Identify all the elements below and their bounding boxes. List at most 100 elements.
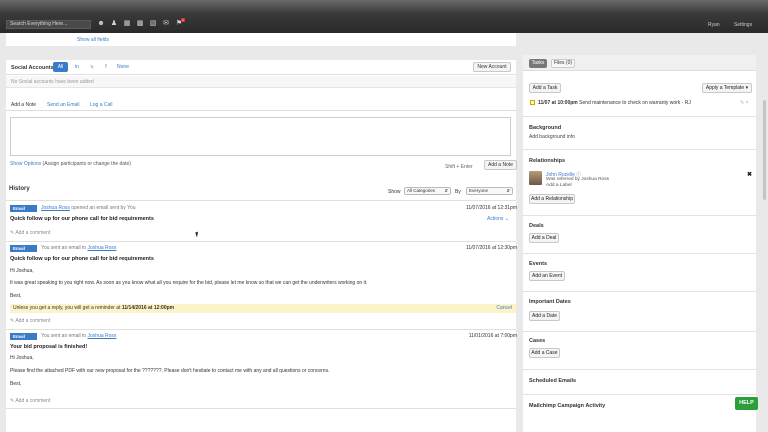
- reminder-banner: Unless you get a reply, you will get a r…: [10, 304, 516, 313]
- add-event-button[interactable]: Add an Event: [529, 271, 565, 281]
- add-label-link[interactable]: Add a Label: [546, 183, 572, 188]
- history-entry-meta: You sent an email to Joshua Ross: [41, 333, 116, 339]
- tab-files[interactable]: Files (0): [551, 59, 575, 68]
- contact-link[interactable]: Joshua Ross: [88, 245, 117, 251]
- category-select[interactable]: All Categories ⇵: [404, 187, 451, 195]
- actions-label: Actions: [487, 216, 504, 222]
- social-tab-all[interactable]: All: [53, 62, 68, 72]
- social-tab-linkedin[interactable]: in: [72, 62, 82, 72]
- show-options-link[interactable]: Show Options: [10, 161, 41, 167]
- cases-section: Cases Add a Case: [523, 331, 756, 368]
- social-accounts-title: Social Accounts: [11, 65, 54, 71]
- help-button[interactable]: HELP: [735, 397, 758, 410]
- tab-send-email[interactable]: Send an Email: [47, 102, 80, 108]
- email-subject[interactable]: Quick follow up for our phone call for b…: [10, 216, 154, 222]
- note-tabs: Add a Note Send an Email Log a Call: [6, 99, 516, 111]
- top-bar: Search Everything Here... ☻ ♟ ▦ ▩ ▧ ✉ ⚑ 1…: [0, 0, 768, 33]
- contact-link[interactable]: Joshua Ross: [88, 333, 117, 339]
- history-entry-meta: Joshua Ross opened an email sent by You: [41, 205, 136, 211]
- tab-tasks[interactable]: Tasks: [529, 59, 547, 68]
- comment-icon[interactable]: ✎: [740, 100, 744, 106]
- select-caret-icon: ⇵: [444, 188, 448, 193]
- mail-icon[interactable]: ✉: [161, 20, 171, 28]
- deals-section: Deals Add a Deal: [523, 215, 756, 252]
- history-entry-meta: You sent an email to Joshua Ross: [41, 245, 116, 251]
- divider: [6, 241, 516, 242]
- add-note-button[interactable]: Add a Note: [484, 160, 517, 170]
- events-title: Events: [529, 261, 548, 267]
- history-date: 11/07/2016 at 12:31pm: [465, 205, 517, 211]
- social-tab-twitter[interactable]: 𝕩: [87, 62, 97, 72]
- add-deal-button[interactable]: Add a Deal: [529, 233, 559, 243]
- settings-link[interactable]: Settings: [734, 22, 752, 28]
- history-action-text: You sent an email to: [41, 245, 88, 251]
- scrollbar[interactable]: [763, 100, 766, 200]
- reminder-text: Unless you get a reply, you will get a r…: [13, 305, 122, 311]
- add-relationship-button[interactable]: Add a Relationship: [529, 194, 575, 204]
- tab-add-note[interactable]: Add a Note: [11, 102, 36, 108]
- add-comment-label: Add a comment: [15, 398, 51, 404]
- reminder-date: 11/14/2016 at 12:00pm: [121, 305, 175, 311]
- email-signoff: Best,: [10, 293, 22, 299]
- cancel-reminder-link[interactable]: Cancel: [496, 304, 512, 313]
- email-badge: Email: [10, 333, 37, 340]
- notification-icon[interactable]: ⚑ 1: [174, 18, 185, 28]
- avatar[interactable]: [529, 171, 542, 185]
- task-checkbox[interactable]: [530, 100, 535, 106]
- people-icon[interactable]: ♟: [109, 20, 119, 28]
- add-comment-link[interactable]: ✎ Add a comment: [10, 398, 50, 404]
- history-date: 11/01/2016 at 7:00pm: [468, 333, 517, 339]
- add-case-button[interactable]: Add a Case: [529, 348, 560, 358]
- add-background-link[interactable]: Add background info: [529, 134, 575, 140]
- section-gap: [6, 46, 516, 60]
- show-all-fields-link[interactable]: Show all fields: [77, 37, 109, 43]
- building-icon[interactable]: ▦: [122, 20, 132, 28]
- chevron-down-icon: ⌄: [504, 216, 509, 222]
- new-account-button[interactable]: New Account: [473, 62, 511, 72]
- social-tab-none[interactable]: None: [115, 62, 131, 72]
- relationship-description: Was referred by Joshua Ross: [546, 177, 610, 182]
- task-text: Send maintenance to check on warranty wo…: [577, 100, 691, 106]
- person-select-value: Everyone: [469, 188, 489, 193]
- email-subject[interactable]: Your bid proposal is finished!: [10, 344, 87, 350]
- divider: [6, 200, 516, 201]
- apply-template-button[interactable]: Apply a Template ▾: [702, 83, 752, 93]
- close-icon[interactable]: ✖: [747, 171, 752, 178]
- person-add-icon[interactable]: ☻: [96, 20, 106, 28]
- task-time: 11/07 at 10:00pm: [538, 100, 578, 106]
- category-select-value: All Categories: [407, 188, 436, 193]
- important-dates-title: Important Dates: [529, 299, 571, 305]
- history-by-label: By: [455, 189, 461, 195]
- email-subject[interactable]: Quick follow up for our phone call for b…: [10, 256, 154, 262]
- cases-title: Cases: [529, 338, 546, 344]
- tab-log-call[interactable]: Log a Call: [90, 102, 113, 108]
- task-actions: ✎ ×: [740, 100, 749, 106]
- person-select[interactable]: Everyone ⇵: [466, 187, 513, 195]
- note-textarea[interactable]: [10, 117, 511, 156]
- search-input[interactable]: Search Everything Here...: [6, 20, 91, 29]
- user-menu[interactable]: Ryan: [708, 22, 720, 28]
- add-date-button[interactable]: Add a Date: [529, 311, 560, 321]
- relationships-title: Relationships: [529, 158, 566, 164]
- history-action-text: opened an email sent by You: [69, 205, 136, 211]
- mailchimp-section: Mailchimp Campaign Activity: [523, 394, 756, 418]
- background-section: Background Add background info: [523, 116, 756, 148]
- contact-link[interactable]: Joshua Ross: [41, 205, 70, 211]
- add-comment-label: Add a comment: [15, 230, 51, 236]
- notification-count: 1: [181, 18, 185, 22]
- add-comment-link[interactable]: ✎ Add a comment: [10, 230, 50, 236]
- deals-title: Deals: [529, 223, 544, 229]
- important-dates-section: Important Dates Add a Date: [523, 291, 756, 330]
- social-empty-message: No Social accounts have been added: [6, 76, 516, 88]
- calendar-icon[interactable]: ▧: [148, 20, 158, 28]
- add-comment-link[interactable]: ✎ Add a comment: [10, 318, 50, 324]
- email-greeting: Hi Joshua,: [10, 355, 34, 361]
- briefcase-icon[interactable]: ▩: [135, 20, 145, 28]
- actions-dropdown[interactable]: Actions ⌄: [487, 216, 509, 222]
- scheduled-emails-section: Scheduled Emails: [523, 369, 756, 393]
- add-task-button[interactable]: Add a Task: [529, 83, 561, 93]
- email-body: It was great speaking to you right now. …: [10, 280, 368, 286]
- social-tab-facebook[interactable]: f: [102, 62, 110, 72]
- task-item[interactable]: 11/07 at 10:00pm Send maintenance to che…: [530, 100, 691, 106]
- close-icon[interactable]: ×: [746, 100, 749, 106]
